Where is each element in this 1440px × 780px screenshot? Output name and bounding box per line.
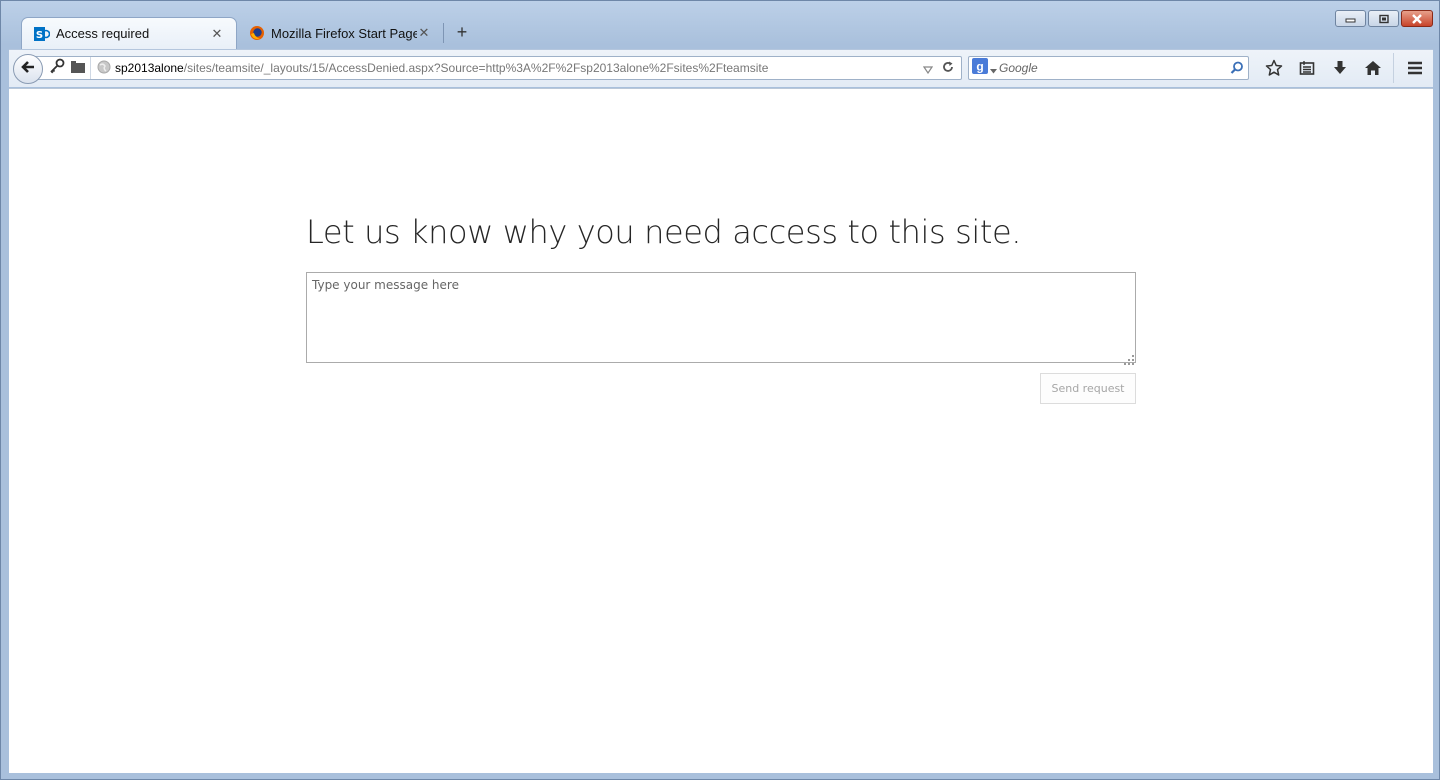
search-input[interactable] [999,61,1226,75]
tab-label: Mozilla Firefox Start Page [271,25,417,41]
back-button[interactable] [13,54,43,84]
window-controls [1335,10,1433,27]
close-window-button[interactable] [1401,10,1433,27]
history-dropdown-icon[interactable] [922,59,934,78]
bookmark-star-icon[interactable] [1257,56,1290,80]
new-tab-button[interactable]: + [451,21,473,43]
tab-close-icon[interactable]: ✕ [417,25,431,41]
firefox-icon [249,25,265,41]
address-bar[interactable]: sp2013alone/sites/teamsite/_layouts/15/A… [31,56,962,80]
svg-text:g: g [976,60,983,74]
menu-icon[interactable] [1398,56,1431,80]
tab-firefox-start[interactable]: Mozilla Firefox Start Page ✕ [237,17,443,49]
reload-icon[interactable] [941,59,955,78]
page-info-icon [70,59,86,78]
minimize-icon [1336,11,1365,26]
tab-separator [443,23,444,43]
svg-text:S: S [36,30,43,41]
toolbar-separator [1393,53,1394,83]
close-icon [1402,11,1432,26]
minimize-button[interactable] [1335,10,1366,27]
tab-access-required[interactable]: S Access required ✕ [21,17,237,49]
restore-button[interactable] [1368,10,1399,27]
tab-strip: S Access required ✕ Mozilla Firefox Star… [1,1,1440,49]
download-icon[interactable] [1323,56,1356,80]
key-icon [48,58,66,78]
back-arrow-icon [20,59,36,79]
globe-icon [97,59,111,78]
toolbar-buttons [1257,53,1431,83]
restore-icon [1369,11,1398,26]
navigation-toolbar: sp2013alone/sites/teamsite/_layouts/15/A… [9,49,1433,87]
send-request-button[interactable]: Send request [1040,373,1136,404]
message-input[interactable] [306,272,1136,363]
url-text[interactable]: sp2013alone/sites/teamsite/_layouts/15/A… [115,61,923,75]
tab-close-icon[interactable]: ✕ [210,26,224,42]
search-bar: g [968,56,1249,80]
reading-list-icon[interactable] [1290,56,1323,80]
resize-grip-icon[interactable] [1124,350,1134,365]
search-engine-selector[interactable]: g [969,58,999,78]
search-icon[interactable] [1226,61,1248,75]
chevron-down-icon [989,59,997,78]
url-host: sp2013alone [115,61,184,75]
tab-label: Access required [56,26,150,41]
page-title: Let us know why you need access to this … [306,213,1022,251]
google-icon: g [971,58,988,78]
home-icon[interactable] [1356,56,1389,80]
sharepoint-icon: S [34,26,50,42]
browser-window: S Access required ✕ Mozilla Firefox Star… [0,0,1440,780]
url-path: /sites/teamsite/_layouts/15/AccessDenied… [183,61,769,75]
page-content: Let us know why you need access to this … [9,88,1433,773]
